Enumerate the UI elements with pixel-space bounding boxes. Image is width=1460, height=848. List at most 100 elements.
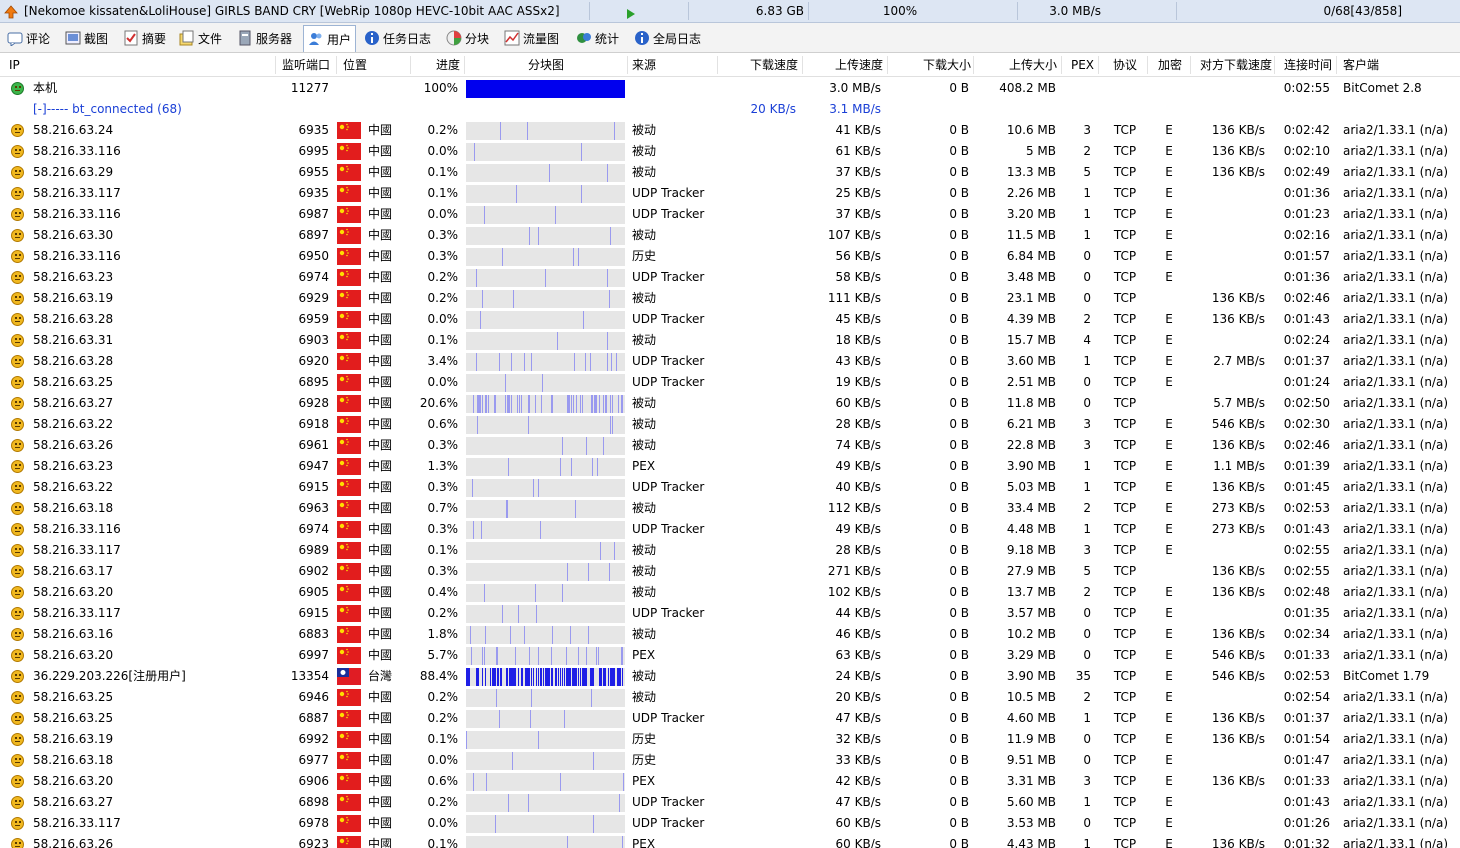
peer-location: 中國 bbox=[368, 207, 393, 221]
peer-row[interactable]: 58.216.63.28 6959 中國 0.0% UDP Tracker 45 KB/s… bbox=[0, 309, 1460, 330]
peer-port: 6992 bbox=[298, 732, 329, 746]
peer-ip: 58.216.63.19 bbox=[33, 291, 114, 305]
tab-comment[interactable]: 评论 bbox=[3, 26, 54, 50]
peer-row[interactable]: 58.216.63.17 6902 中國 0.3% 被动 271 KB/s 0 B 27.9 … bbox=[0, 561, 1460, 582]
peer-progress: 0.0% bbox=[427, 144, 459, 158]
peer-up-size: 13.7 MB bbox=[1006, 585, 1056, 599]
peer-row[interactable]: 58.216.63.26 6961 中國 0.3% 被动 74 KB/s 0 B 22.8 M… bbox=[0, 435, 1460, 456]
torrent-progress: 100% bbox=[882, 4, 918, 18]
peer-row[interactable]: 58.216.63.27 6928 中國 20.6% 被动 60 KB/s 0 B 11.8 … bbox=[0, 393, 1460, 414]
tab-traffic-graph[interactable]: 流量图 bbox=[500, 26, 563, 50]
column-header[interactable]: 上传速度 bbox=[803, 54, 883, 76]
peer-progress: 0.2% bbox=[427, 795, 459, 809]
peer-row[interactable]: 58.216.63.26 6923 中國 0.1% PEX 60 KB/s 0 B 4.43 … bbox=[0, 834, 1460, 848]
peer-encryption: E bbox=[1165, 753, 1173, 767]
peer-row[interactable]: 36.229.203.226[注册用户] 13354 台灣 88.4% 被动 24 KB/… bbox=[0, 666, 1460, 687]
peer-row[interactable]: 58.216.63.25 6887 中國 0.2% UDP Tracker 47 KB/s… bbox=[0, 708, 1460, 729]
peer-location: 中國 bbox=[368, 837, 393, 848]
column-header[interactable]: 加密 bbox=[1150, 54, 1190, 76]
peer-row[interactable]: 58.216.63.24 6935 中國 0.2% 被动 41 KB/s 0 B 10.6 M… bbox=[0, 120, 1460, 141]
column-header[interactable]: 监听端口 bbox=[278, 54, 330, 76]
column-header[interactable]: 下载大小 bbox=[890, 54, 971, 76]
peer-up-speed: 25 KB/s bbox=[835, 186, 881, 200]
column-header[interactable]: 上传大小 bbox=[975, 54, 1057, 76]
column-header[interactable]: PEX bbox=[1062, 54, 1094, 76]
column-header[interactable]: 下载速度 bbox=[720, 54, 798, 76]
tab-task-log[interactable]: 任务日志 bbox=[360, 26, 435, 50]
column-header[interactable]: 位置 bbox=[343, 54, 403, 76]
peer-source: 被动 bbox=[632, 417, 657, 431]
peer-row[interactable]: 58.216.33.117 6978 中國 0.0% UDP Tracker 60 KB/… bbox=[0, 813, 1460, 834]
torrent-title-bar[interactable]: [Nekomoe kissaten&LoliHouse] GIRLS BAND … bbox=[0, 0, 1460, 23]
peer-row[interactable]: 58.216.33.117 6935 中國 0.1% UDP Tracker 25 KB/… bbox=[0, 183, 1460, 204]
tab-global-log[interactable]: 全局日志 bbox=[630, 26, 705, 50]
peer-row[interactable]: 58.216.33.116 6974 中國 0.3% UDP Tracker 49 KB/… bbox=[0, 519, 1460, 540]
peer-protocol: TCP bbox=[1113, 795, 1137, 809]
tab-pieces[interactable]: 分块 bbox=[442, 26, 493, 50]
peer-port: 6898 bbox=[298, 795, 329, 809]
peer-location: 中國 bbox=[368, 459, 393, 473]
tab-summary[interactable]: 摘要 bbox=[119, 26, 170, 50]
tab-stats[interactable]: 统计 bbox=[572, 26, 623, 50]
peer-dl-size: 0 B bbox=[949, 711, 969, 725]
local-progress: 100% bbox=[423, 81, 458, 95]
peer-row[interactable]: 58.216.63.22 6915 中國 0.3% UDP Tracker 40 KB/s… bbox=[0, 477, 1460, 498]
peer-ip: 58.216.63.19 bbox=[33, 732, 114, 746]
peer-progress: 0.2% bbox=[427, 606, 459, 620]
peer-row[interactable]: 58.216.33.117 6989 中國 0.1% 被动 28 KB/s 0 B 9.18 … bbox=[0, 540, 1460, 561]
peer-row[interactable]: 58.216.63.19 6929 中國 0.2% 被动 111 KB/s 0 B 23.1 … bbox=[0, 288, 1460, 309]
peer-client: aria2/1.33.1 (n/a) bbox=[1343, 627, 1448, 641]
peer-row[interactable]: 58.216.63.19 6992 中國 0.1% 历史 32 KB/s 0 B 11.9 M… bbox=[0, 729, 1460, 750]
peer-row[interactable]: 58.216.63.20 6906 中國 0.6% PEX 42 KB/s 0 B 3.31 … bbox=[0, 771, 1460, 792]
peer-port: 6923 bbox=[298, 837, 329, 848]
peer-ip: 58.216.63.30 bbox=[33, 228, 114, 242]
peer-connect-time: 0:01:36 bbox=[1283, 186, 1330, 200]
torrent-upload-arrow-icon bbox=[4, 4, 18, 19]
peer-port: 6903 bbox=[298, 333, 329, 347]
tab-screenshot[interactable]: 截图 bbox=[61, 26, 112, 50]
column-header[interactable]: 来源 bbox=[632, 54, 712, 76]
peer-row[interactable]: 58.216.63.28 6920 中國 3.4% UDP Tracker 43 KB/s… bbox=[0, 351, 1460, 372]
peer-row[interactable]: 58.216.33.116 6950 中國 0.3% 历史 56 KB/s 0 B 6.84 … bbox=[0, 246, 1460, 267]
column-header[interactable]: 协议 bbox=[1104, 54, 1146, 76]
peer-row[interactable]: 58.216.63.23 6947 中國 1.3% PEX 49 KB/s 0 B 3.90 … bbox=[0, 456, 1460, 477]
china-flag-icon bbox=[337, 437, 361, 454]
peer-row[interactable]: 58.216.33.116 6995 中國 0.0% 被动 61 KB/s 0 B 5 MB 2… bbox=[0, 141, 1460, 162]
tab-users[interactable]: 用户 bbox=[303, 25, 357, 52]
peer-row[interactable]: 58.216.63.27 6898 中國 0.2% UDP Tracker 47 KB/s… bbox=[0, 792, 1460, 813]
peer-row[interactable]: 58.216.63.29 6955 中國 0.1% 被动 37 KB/s 0 B 13.3 M… bbox=[0, 162, 1460, 183]
peer-encryption: E bbox=[1165, 144, 1173, 158]
peer-row[interactable]: 58.216.63.30 6897 中國 0.3% 被动 107 KB/s 0 B 11.5 … bbox=[0, 225, 1460, 246]
peer-protocol: TCP bbox=[1113, 249, 1137, 263]
peer-row[interactable]: 58.216.63.25 6946 中國 0.2% 被动 20 KB/s 0 B 10.5 M… bbox=[0, 687, 1460, 708]
column-header[interactable]: IP bbox=[9, 54, 209, 76]
column-header[interactable]: 连接时间 bbox=[1276, 54, 1332, 76]
column-header[interactable]: 进度 bbox=[411, 54, 460, 76]
peer-row[interactable]: 58.216.63.20 6997 中國 5.7% PEX 63 KB/s 0 B 3.29 … bbox=[0, 645, 1460, 666]
column-header[interactable]: 分块图 bbox=[466, 54, 626, 76]
peer-row[interactable]: 58.216.33.116 6987 中國 0.0% UDP Tracker 37 KB/… bbox=[0, 204, 1460, 225]
column-header[interactable]: 客户端 bbox=[1343, 54, 1423, 76]
local-row[interactable]: 本机 11277 100% 3.0 MB/s 0 B 408.2 MB 0:02… bbox=[0, 78, 1460, 99]
tab-file[interactable]: 文件 bbox=[175, 26, 226, 50]
peer-status-icon bbox=[11, 292, 24, 305]
group-toggle[interactable]: [-]----- bt_connected (68) bbox=[33, 99, 182, 120]
tab-server[interactable]: 服务器 bbox=[233, 26, 296, 50]
peer-row[interactable]: 58.216.63.31 6903 中國 0.1% 被动 18 KB/s 0 B 15.7 M… bbox=[0, 330, 1460, 351]
column-header[interactable]: 对方下载速度 bbox=[1192, 54, 1272, 76]
peer-location: 中國 bbox=[368, 501, 393, 515]
peer-port: 6935 bbox=[298, 123, 329, 137]
group-row[interactable]: [-]----- bt_connected (68) 20 KB/s 3.1 M… bbox=[0, 99, 1460, 120]
peer-row[interactable]: 58.216.63.18 6977 中國 0.0% 历史 33 KB/s 0 B 9.51 M… bbox=[0, 750, 1460, 771]
peer-client: aria2/1.33.1 (n/a) bbox=[1343, 690, 1448, 704]
peer-row[interactable]: 58.216.63.18 6963 中國 0.7% 被动 112 KB/s 0 B 33.4 … bbox=[0, 498, 1460, 519]
peer-encryption: E bbox=[1165, 732, 1173, 746]
peer-row[interactable]: 58.216.63.23 6974 中國 0.2% UDP Tracker 58 KB/s… bbox=[0, 267, 1460, 288]
peer-row[interactable]: 58.216.63.22 6918 中國 0.6% 被动 28 KB/s 0 B 6.21 M… bbox=[0, 414, 1460, 435]
peer-protocol: TCP bbox=[1113, 711, 1137, 725]
peer-row[interactable]: 58.216.63.20 6905 中國 0.4% 被动 102 KB/s 0 B 13.7 … bbox=[0, 582, 1460, 603]
peer-row[interactable]: 58.216.63.25 6895 中國 0.0% UDP Tracker 19 KB/s… bbox=[0, 372, 1460, 393]
peer-row[interactable]: 58.216.33.117 6915 中國 0.2% UDP Tracker 44 KB/… bbox=[0, 603, 1460, 624]
peer-row[interactable]: 58.216.63.16 6883 中國 1.8% 被动 46 KB/s 0 B 10.2 M… bbox=[0, 624, 1460, 645]
local-dl-size: 0 B bbox=[949, 81, 969, 95]
